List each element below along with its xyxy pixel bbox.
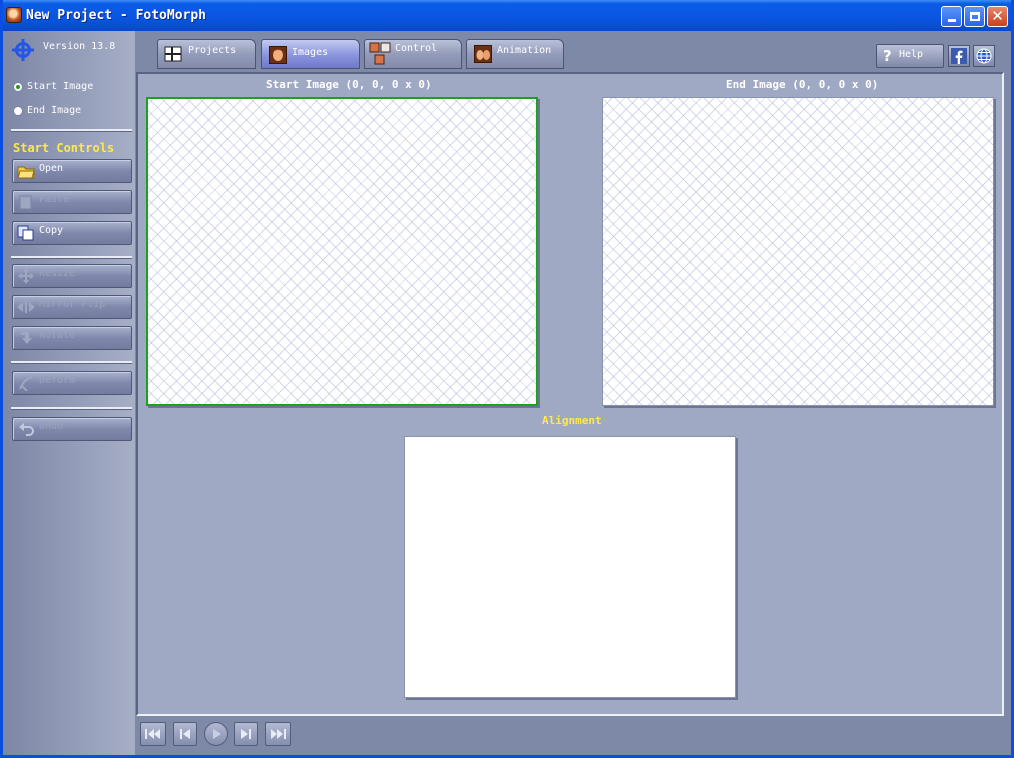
- play-button[interactable]: [204, 722, 228, 746]
- deform-button[interactable]: Deform: [12, 371, 132, 395]
- paste-button[interactable]: Paste: [12, 190, 132, 214]
- facebook-button[interactable]: [948, 45, 970, 67]
- last-frame-icon: [271, 729, 286, 739]
- mirror-flip-button[interactable]: Mirror Flip: [12, 295, 132, 319]
- maximize-button[interactable]: [964, 6, 985, 27]
- next-frame-button[interactable]: [234, 722, 258, 746]
- open-folder-icon: [17, 166, 35, 179]
- tab-label: Images: [292, 47, 329, 58]
- separator: [11, 407, 132, 410]
- start-image-radio[interactable]: Start Image: [13, 81, 93, 92]
- app-window: New Project - FotoMorph ✕ Version 13.8 S…: [0, 0, 1014, 758]
- copy-button[interactable]: Copy: [12, 221, 132, 245]
- first-frame-button[interactable]: [140, 722, 166, 746]
- copy-label: Copy: [39, 225, 64, 236]
- resize-label: Resize: [39, 268, 76, 279]
- undo-label: Undo: [39, 421, 64, 432]
- separator: [11, 361, 132, 364]
- minimize-icon: [947, 19, 956, 22]
- start-image-label: Start Image: [27, 81, 94, 92]
- globe-icon: [976, 48, 992, 64]
- next-frame-icon: [241, 729, 251, 739]
- app-icon: [6, 7, 22, 23]
- window-title: New Project - FotoMorph: [26, 8, 207, 23]
- paste-label: Paste: [39, 194, 70, 205]
- previous-frame-button[interactable]: [173, 722, 197, 746]
- previous-frame-icon: [180, 729, 190, 739]
- client-area: Version 13.8 Start Image End Image Start…: [3, 31, 1011, 755]
- first-frame-icon: [145, 729, 160, 739]
- animation-icon: [474, 45, 492, 63]
- separator: [11, 129, 132, 132]
- rotate-button[interactable]: Rotate: [12, 326, 132, 350]
- section-title: Start Controls: [13, 141, 115, 155]
- close-button[interactable]: ✕: [987, 6, 1008, 27]
- start-image-title: Start Image (0, 0, 0 x 0): [266, 78, 432, 91]
- open-button[interactable]: Open: [12, 159, 132, 183]
- version-label: Version 13.8: [43, 41, 116, 52]
- minimize-button[interactable]: [941, 6, 962, 27]
- facebook-icon: [951, 48, 967, 64]
- last-frame-button[interactable]: [265, 722, 291, 746]
- workspace: Start Image (0, 0, 0 x 0) End Image (0, …: [136, 72, 1004, 716]
- mirror-flip-icon: [17, 301, 35, 313]
- end-image-frame[interactable]: [602, 97, 994, 406]
- alignment-frame[interactable]: [404, 436, 736, 698]
- help-button[interactable]: ? Help: [876, 44, 944, 68]
- close-icon: ✕: [991, 7, 1004, 25]
- tab-projects[interactable]: Projects: [157, 39, 256, 69]
- play-icon: [213, 729, 221, 739]
- end-image-label: End Image: [27, 105, 82, 116]
- radio-indicator[interactable]: [13, 105, 23, 116]
- alignment-title: Alignment: [542, 414, 602, 427]
- end-image-radio[interactable]: End Image: [13, 105, 81, 116]
- control-icon: [369, 42, 391, 65]
- deform-label: Deform: [39, 375, 76, 386]
- radio-indicator[interactable]: [13, 81, 23, 92]
- end-image-title: End Image (0, 0, 0 x 0): [726, 78, 879, 91]
- help-icon: ?: [883, 47, 892, 65]
- tab-control[interactable]: Control: [364, 39, 462, 69]
- start-image-frame[interactable]: [146, 97, 538, 406]
- tab-images[interactable]: Images: [261, 39, 360, 69]
- resize-icon: [18, 268, 34, 284]
- rotate-icon: [21, 332, 32, 344]
- copy-icon: [17, 225, 34, 241]
- title-bar[interactable]: New Project - FotoMorph ✕: [3, 0, 1011, 31]
- open-label: Open: [39, 163, 64, 174]
- paste-icon: [19, 194, 32, 210]
- tab-animation[interactable]: Animation: [466, 39, 564, 69]
- undo-icon: [19, 423, 34, 436]
- tab-label: Projects: [188, 45, 237, 56]
- separator: [11, 256, 132, 259]
- fotomorph-logo-icon: [12, 39, 34, 61]
- grid-icon: [164, 46, 182, 62]
- rotate-label: Rotate: [39, 330, 76, 341]
- resize-button[interactable]: Resize: [12, 264, 132, 288]
- undo-button[interactable]: Undo: [12, 417, 132, 441]
- maximize-icon: [969, 12, 980, 21]
- mirror-flip-label: Mirror Flip: [39, 299, 106, 310]
- help-label: Help: [899, 49, 924, 60]
- tab-label: Control: [395, 43, 438, 54]
- website-button[interactable]: [973, 45, 995, 67]
- deform-icon: [19, 376, 33, 391]
- tab-label: Animation: [497, 45, 552, 56]
- sidebar: Version 13.8 Start Image End Image Start…: [3, 31, 135, 755]
- portrait-icon: [269, 46, 287, 64]
